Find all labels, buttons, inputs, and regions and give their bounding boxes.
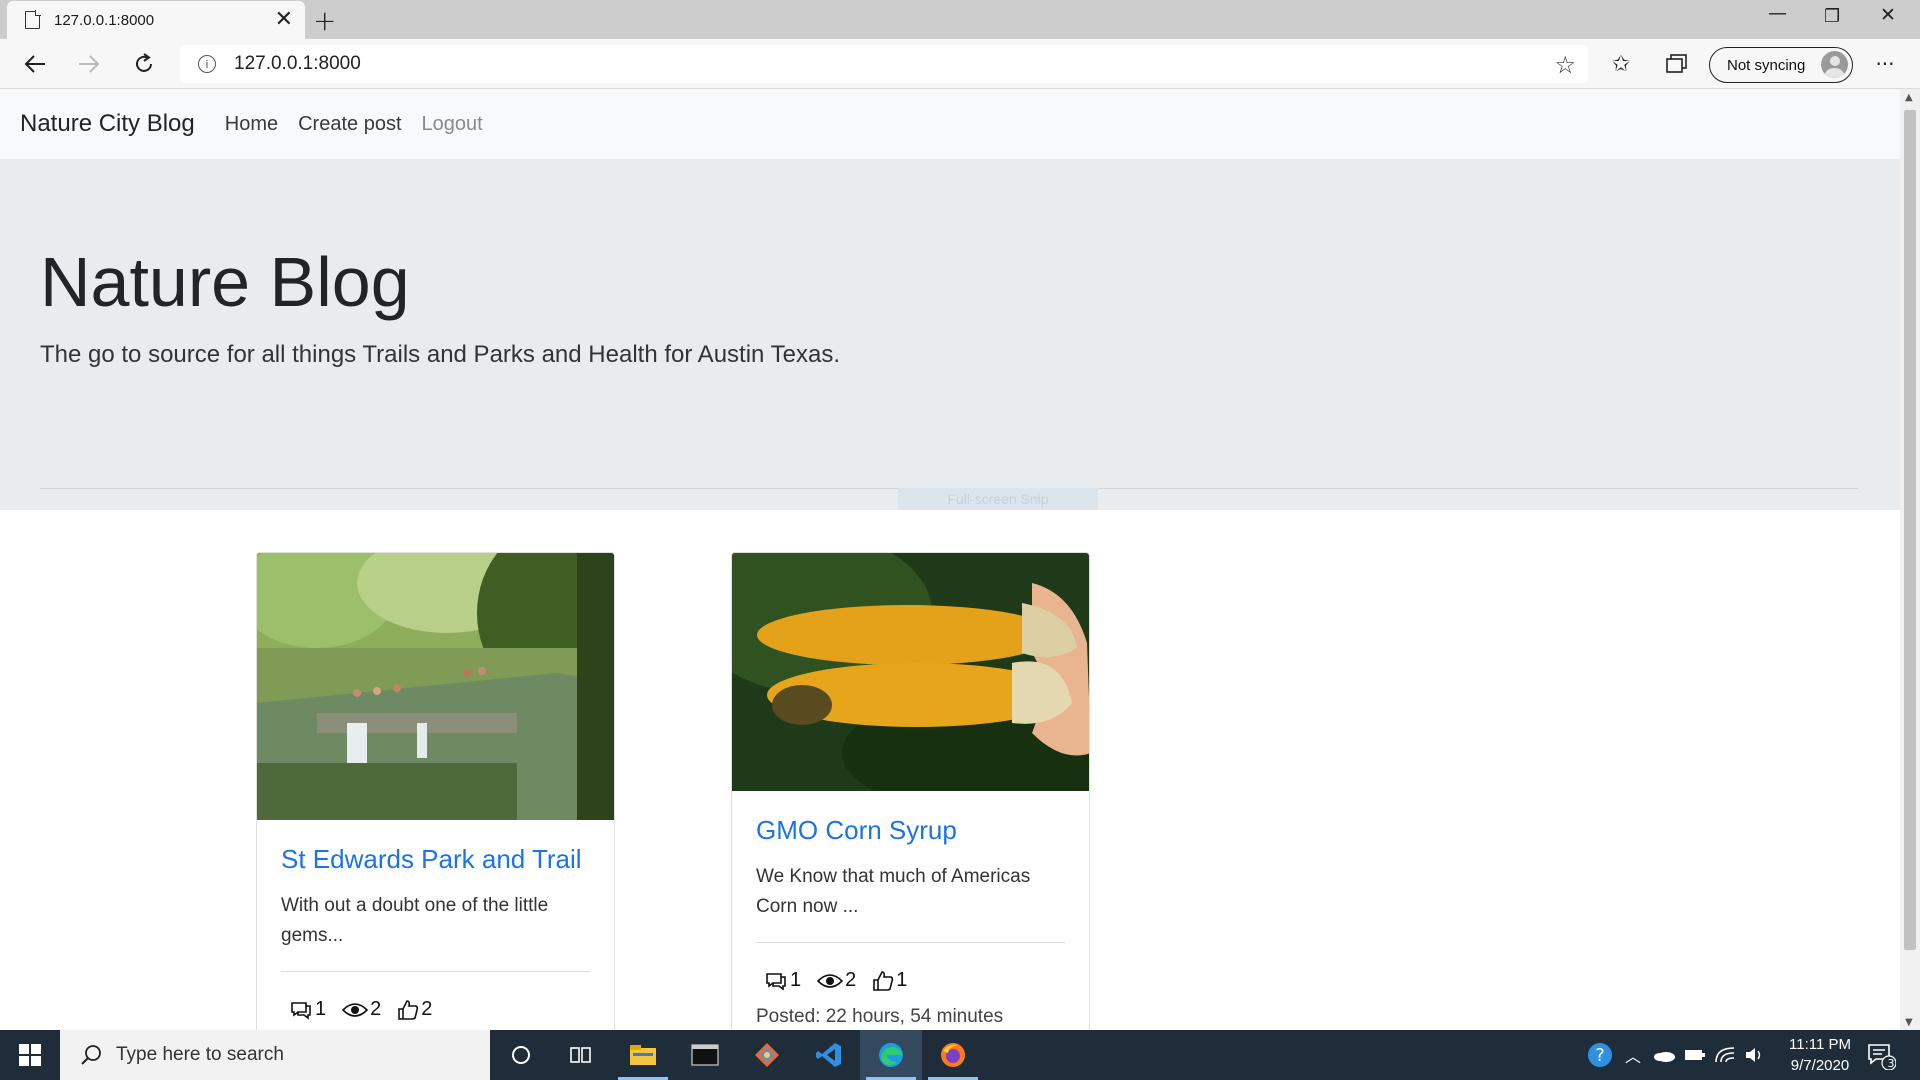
views-count: 2: [845, 969, 857, 991]
likes-stat[interactable]: 1: [872, 969, 907, 992]
eye-icon: [342, 1002, 369, 1017]
close-tab-icon[interactable]: ✕: [275, 9, 293, 31]
tab-title: 127.0.0.1:8000: [54, 11, 155, 29]
post-excerpt: With out a doubt one of the little gems.…: [281, 895, 549, 946]
browser-tab-strip: 127.0.0.1:8000 ✕ + — ❐ ✕: [0, 0, 1920, 39]
comments-stat: 1: [764, 969, 801, 992]
file-explorer-icon[interactable]: [612, 1030, 674, 1080]
eye-icon: [817, 973, 844, 988]
new-tab-button[interactable]: +: [313, 4, 336, 37]
nav-home[interactable]: Home: [225, 113, 278, 136]
thumbs-up-icon: [398, 999, 419, 1020]
site-brand[interactable]: Nature City Blog: [20, 110, 195, 138]
wifi-icon[interactable]: [1714, 1030, 1736, 1080]
park-waterfall-photo[interactable]: [257, 553, 614, 820]
volume-icon[interactable]: [1744, 1030, 1764, 1080]
views-stat: 2: [342, 998, 381, 1021]
search-icon: [81, 1045, 101, 1065]
restore-button[interactable]: ❐: [1824, 6, 1840, 27]
clock-date: 9/7/2020: [1790, 1057, 1850, 1074]
divider: [756, 942, 1065, 943]
start-button[interactable]: [0, 1030, 60, 1080]
scroll-thumb[interactable]: [1904, 110, 1916, 950]
post-timestamp: Posted: 22 hours, 54 minutes: [756, 1006, 1004, 1027]
site-info-icon[interactable]: i: [198, 55, 216, 73]
forward-arrow-icon: [79, 55, 100, 73]
vscode-icon[interactable]: [798, 1030, 860, 1080]
post-stats: 1 2 2: [281, 998, 590, 1021]
post-title-link[interactable]: St Edwards Park and Trail: [281, 844, 590, 875]
page-title: Nature Blog: [40, 243, 410, 321]
favorites-icon[interactable]: ✩: [1604, 47, 1638, 81]
comments-count: 1: [315, 998, 327, 1020]
comments-icon: [291, 1001, 311, 1020]
help-icon[interactable]: ?: [1586, 1030, 1614, 1080]
refresh-button[interactable]: [127, 47, 161, 81]
browser-toolbar: i 127.0.0.1:8000 ☆ ✩ Not syncing ···: [0, 39, 1920, 89]
onedrive-icon[interactable]: [1652, 1030, 1676, 1080]
edge-icon[interactable]: [860, 1030, 922, 1080]
views-count: 2: [370, 998, 382, 1020]
show-hidden-icons[interactable]: ︿: [1625, 1030, 1641, 1080]
page-viewport: Nature City Blog Home Create post Logout…: [0, 89, 1900, 1030]
close-window-button[interactable]: ✕: [1880, 4, 1896, 26]
views-stat: 2: [817, 969, 856, 992]
nav-create-post[interactable]: Create post: [298, 113, 401, 136]
scroll-down-icon[interactable]: ▼: [1905, 1017, 1913, 1028]
favorite-star-icon[interactable]: ☆: [1554, 51, 1576, 79]
likes-stat[interactable]: 2: [397, 998, 432, 1021]
notifications-icon[interactable]: 3: [1866, 1030, 1896, 1080]
collections-icon[interactable]: [1660, 47, 1694, 81]
post-stats: 1 2 1: [756, 969, 1065, 992]
windows-logo-icon: [19, 1044, 41, 1066]
windows-taskbar: Type here to search ? ︿ 11:11 PM 9/7/202…: [0, 1030, 1920, 1080]
likes-count: 2: [421, 998, 433, 1020]
avatar: [1821, 51, 1848, 78]
post-card: St Edwards Park and Trail With out a dou…: [256, 552, 615, 1030]
comments-stat: 1: [289, 998, 326, 1021]
post-excerpt: We Know that much of Americas Corn now .…: [756, 866, 1031, 917]
url-text: 127.0.0.1:8000: [234, 53, 361, 74]
git-app-icon[interactable]: [736, 1030, 798, 1080]
firefox-icon[interactable]: [922, 1030, 984, 1080]
task-view-icon[interactable]: [550, 1030, 612, 1080]
snip-tooltip: Full-screen Snip: [898, 488, 1098, 510]
notification-count: 3: [1887, 1057, 1895, 1070]
sync-label: Not syncing: [1727, 56, 1806, 74]
jumbotron: Nature Blog The go to source for all thi…: [0, 159, 1900, 510]
divider: [281, 971, 590, 972]
post-title-link[interactable]: GMO Corn Syrup: [756, 815, 1065, 846]
taskbar-search[interactable]: Type here to search: [60, 1030, 490, 1080]
more-menu-icon[interactable]: ···: [1868, 47, 1902, 81]
back-arrow-icon: [24, 55, 45, 73]
forward-button[interactable]: [72, 47, 106, 81]
page-scrollbar[interactable]: ▲ ▼: [1900, 89, 1920, 1030]
taskbar-clock[interactable]: 11:11 PM 9/7/2020: [1770, 1034, 1870, 1076]
profile-sync-button[interactable]: Not syncing: [1709, 47, 1853, 83]
page-icon: [25, 10, 41, 29]
refresh-icon: [136, 53, 152, 72]
post-card: GMO Corn Syrup We Know that much of Amer…: [731, 552, 1090, 1030]
back-button[interactable]: [18, 47, 52, 81]
page-subtitle: The go to source for all things Trails a…: [40, 341, 840, 368]
site-navbar: Nature City Blog Home Create post Logout: [0, 89, 1900, 159]
clock-time: 11:11 PM: [1789, 1036, 1851, 1053]
browser-tab[interactable]: 127.0.0.1:8000 ✕: [7, 1, 305, 39]
likes-count: 1: [896, 969, 908, 991]
address-bar[interactable]: i 127.0.0.1:8000 ☆: [180, 45, 1588, 83]
terminal-icon[interactable]: [674, 1030, 736, 1080]
corn-photo[interactable]: [732, 553, 1089, 791]
svg-text:?: ?: [1595, 1045, 1605, 1066]
search-placeholder: Type here to search: [116, 1044, 284, 1065]
battery-icon[interactable]: [1684, 1030, 1706, 1080]
comments-count: 1: [790, 969, 802, 991]
minimize-button[interactable]: —: [1768, 2, 1787, 24]
cortana-icon[interactable]: [490, 1030, 552, 1080]
scroll-up-icon[interactable]: ▲: [1905, 92, 1913, 103]
thumbs-up-icon: [873, 970, 894, 991]
comments-icon: [766, 972, 786, 991]
nav-logout[interactable]: Logout: [422, 113, 483, 136]
